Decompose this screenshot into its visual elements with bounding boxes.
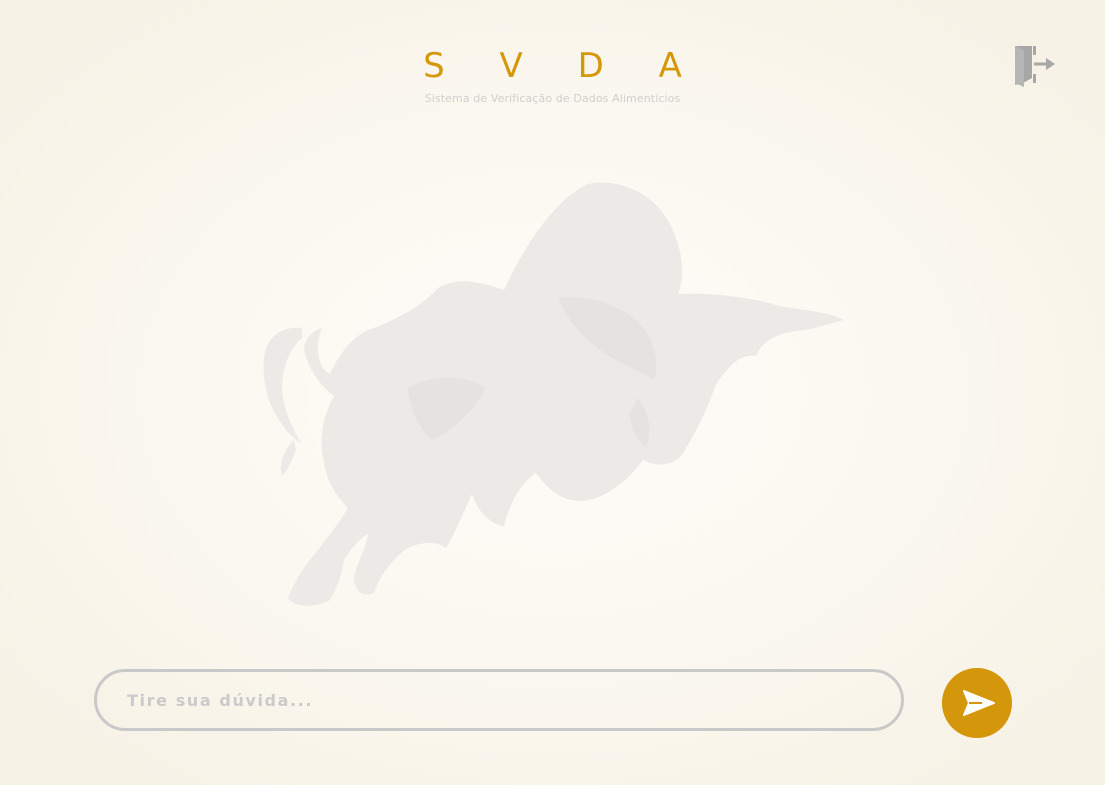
send-arrow-icon: [963, 690, 995, 716]
app-title: S V D A: [423, 46, 704, 86]
send-button[interactable]: [942, 668, 1012, 738]
logout-door-icon: [1015, 46, 1055, 87]
bull-watermark-icon: [263, 182, 844, 606]
bull-watermark: [258, 178, 848, 610]
question-input[interactable]: [94, 669, 904, 731]
app-subtitle: Sistema de Verificação de Dados Alimentí…: [424, 92, 681, 105]
brand-header: S V D A Sistema de Verificação de Dados …: [0, 44, 1105, 105]
logout-button[interactable]: [1012, 44, 1058, 88]
